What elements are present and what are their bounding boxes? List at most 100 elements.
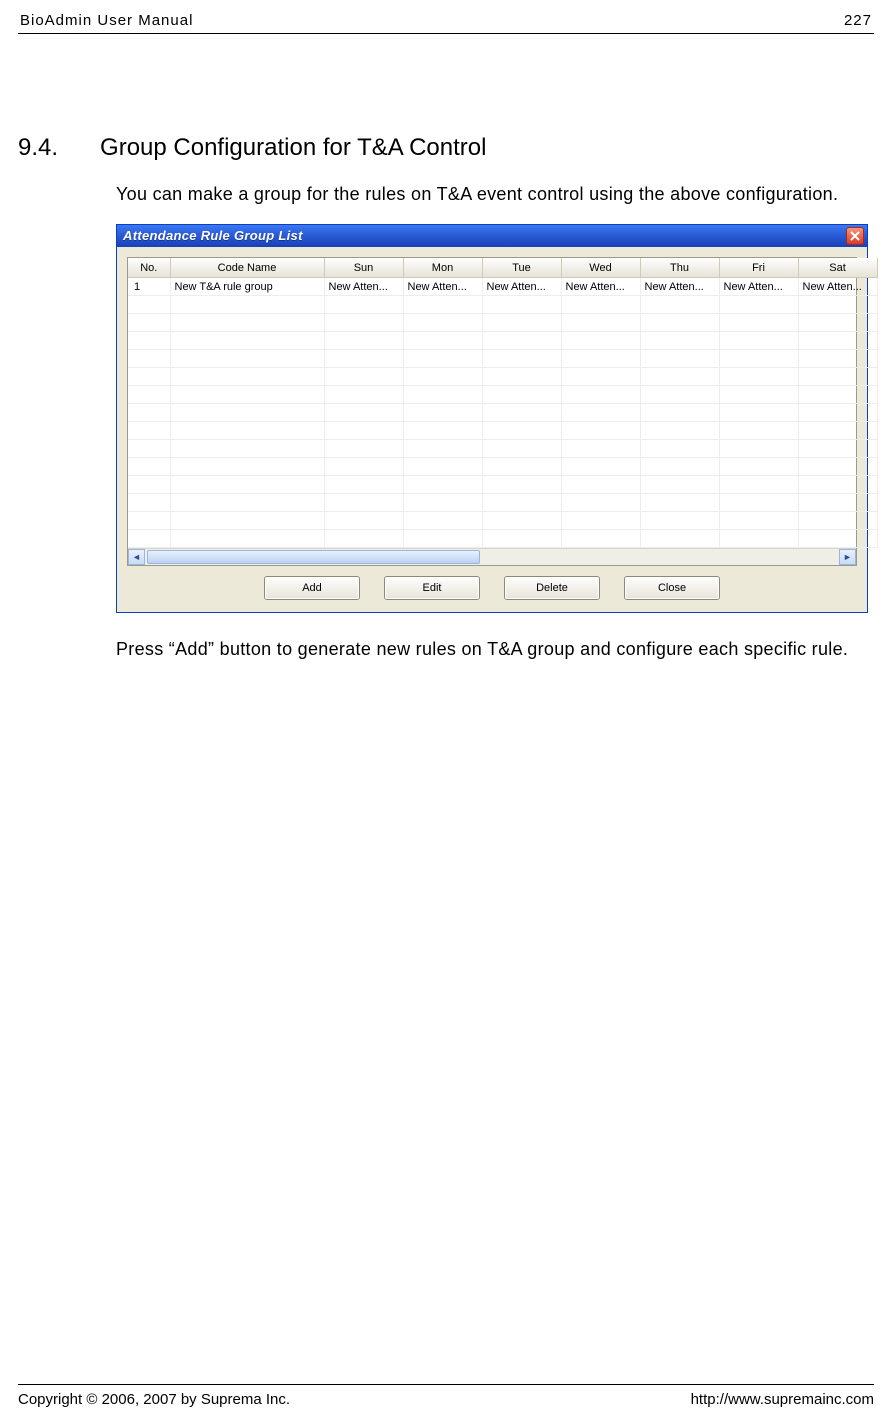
table-cell [128, 494, 170, 512]
table-cell [403, 440, 482, 458]
footer-copyright: Copyright © 2006, 2007 by Suprema Inc. [18, 1391, 290, 1408]
table-cell [482, 332, 561, 350]
table-cell [482, 422, 561, 440]
table-cell [128, 422, 170, 440]
table-cell [798, 386, 877, 404]
table-cell [128, 512, 170, 530]
table-cell [719, 512, 798, 530]
close-button[interactable]: Close [624, 576, 720, 600]
col-header-thu[interactable]: Thu [640, 258, 719, 278]
table-cell [719, 404, 798, 422]
table-row[interactable] [128, 422, 877, 440]
table-cell [324, 494, 403, 512]
table-cell [128, 314, 170, 332]
table-cell [561, 494, 640, 512]
table-cell [640, 494, 719, 512]
scroll-right-icon[interactable]: ► [839, 549, 856, 565]
table-cell [170, 440, 324, 458]
table-cell [324, 530, 403, 548]
section-number: 9.4. [18, 134, 58, 162]
table-cell: New Atten... [640, 278, 719, 296]
horizontal-scrollbar[interactable]: ◄ ► [128, 548, 856, 565]
paragraph-intro: You can make a group for the rules on T&… [116, 176, 874, 214]
table-cell [798, 530, 877, 548]
table-cell [798, 422, 877, 440]
table-cell [482, 512, 561, 530]
table-cell [798, 494, 877, 512]
table-cell [403, 422, 482, 440]
table-row[interactable] [128, 494, 877, 512]
table-cell [170, 458, 324, 476]
add-button[interactable]: Add [264, 576, 360, 600]
table-row[interactable] [128, 458, 877, 476]
section-title: Group Configuration for T&A Control [100, 134, 486, 162]
table-cell [561, 530, 640, 548]
edit-button[interactable]: Edit [384, 576, 480, 600]
table-row[interactable] [128, 314, 877, 332]
table-cell [128, 530, 170, 548]
col-header-tue[interactable]: Tue [482, 258, 561, 278]
table-cell [324, 350, 403, 368]
table-cell [719, 422, 798, 440]
table-cell [719, 530, 798, 548]
table-row[interactable] [128, 296, 877, 314]
col-header-fri[interactable]: Fri [719, 258, 798, 278]
table-cell [170, 494, 324, 512]
col-header-name[interactable]: Code Name [170, 258, 324, 278]
table-row[interactable] [128, 530, 877, 548]
table-row[interactable] [128, 476, 877, 494]
delete-button[interactable]: Delete [504, 576, 600, 600]
table-cell [561, 476, 640, 494]
table-cell [324, 440, 403, 458]
paragraph-instruction: Press “Add” button to generate new rules… [116, 631, 874, 669]
table-cell: New Atten... [324, 278, 403, 296]
table-cell [403, 332, 482, 350]
table-row[interactable] [128, 386, 877, 404]
table-row[interactable] [128, 368, 877, 386]
table-cell [719, 386, 798, 404]
table-cell [561, 332, 640, 350]
page-number: 227 [844, 12, 872, 29]
table-cell [170, 530, 324, 548]
table-row[interactable]: 1New T&A rule groupNew Atten...New Atten… [128, 278, 877, 296]
table-row[interactable] [128, 350, 877, 368]
table-cell: New Atten... [561, 278, 640, 296]
table-row[interactable] [128, 332, 877, 350]
table-row[interactable] [128, 404, 877, 422]
table-cell: New T&A rule group [170, 278, 324, 296]
table-cell [719, 494, 798, 512]
table-cell [719, 350, 798, 368]
rule-group-table: No. Code Name Sun Mon Tue Wed Thu Fri Sa… [127, 257, 857, 567]
table-cell [128, 476, 170, 494]
col-header-wed[interactable]: Wed [561, 258, 640, 278]
table-header-row: No. Code Name Sun Mon Tue Wed Thu Fri Sa… [128, 258, 877, 278]
col-header-sat[interactable]: Sat [798, 258, 877, 278]
table-row[interactable] [128, 512, 877, 530]
table-cell [561, 404, 640, 422]
table-cell [561, 296, 640, 314]
col-header-sun[interactable]: Sun [324, 258, 403, 278]
table-cell [482, 476, 561, 494]
table-cell [482, 314, 561, 332]
table-cell [561, 350, 640, 368]
table-cell [482, 404, 561, 422]
table-cell [324, 422, 403, 440]
table-cell [640, 368, 719, 386]
table-cell [170, 350, 324, 368]
table-cell [798, 314, 877, 332]
table-cell [170, 422, 324, 440]
col-header-mon[interactable]: Mon [403, 258, 482, 278]
table-cell [128, 440, 170, 458]
dialog-titlebar: Attendance Rule Group List [117, 225, 867, 247]
table-cell [640, 458, 719, 476]
table-cell [640, 476, 719, 494]
table-cell [640, 386, 719, 404]
scroll-track[interactable] [145, 549, 839, 565]
table-row[interactable] [128, 440, 877, 458]
col-header-no[interactable]: No. [128, 258, 170, 278]
scroll-thumb[interactable] [147, 550, 480, 564]
table-cell: 1 [128, 278, 170, 296]
close-icon[interactable] [846, 227, 864, 245]
table-cell [798, 404, 877, 422]
scroll-left-icon[interactable]: ◄ [128, 549, 145, 565]
